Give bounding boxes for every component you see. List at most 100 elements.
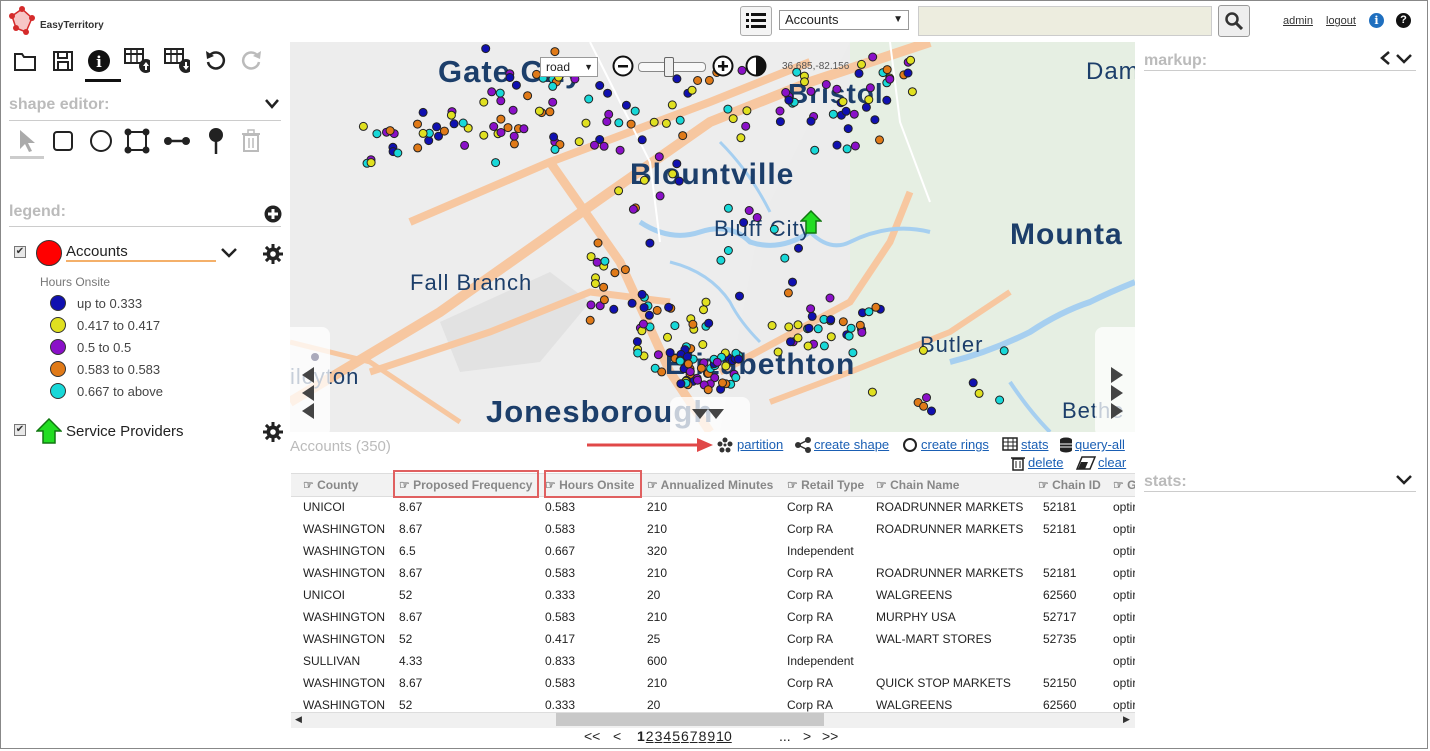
account-point[interactable] (674, 176, 684, 186)
account-point[interactable] (644, 310, 654, 320)
pan-right-control[interactable] (1095, 327, 1135, 432)
account-point[interactable] (599, 295, 609, 305)
account-point[interactable] (609, 304, 619, 314)
column-header-annualized-minutes[interactable]: ☞ Annualized Minutes (647, 478, 773, 492)
account-point[interactable] (723, 246, 733, 255)
account-point[interactable] (604, 109, 614, 119)
account-point[interactable] (592, 257, 602, 267)
account-point[interactable] (424, 136, 434, 146)
account-point[interactable] (687, 85, 697, 95)
account-point[interactable] (819, 341, 829, 351)
account-point[interactable] (728, 114, 738, 124)
account-point[interactable] (861, 102, 871, 112)
account-point[interactable] (670, 321, 680, 331)
account-point[interactable] (741, 121, 751, 131)
account-point[interactable] (637, 289, 647, 299)
table-row[interactable]: WASHINGTON 8.67 0.583 210 Corp RA MURPHY USA 5… (291, 606, 1135, 628)
account-point[interactable] (712, 357, 722, 367)
account-point[interactable] (627, 298, 637, 308)
account-point[interactable] (595, 81, 605, 90)
pager-prev[interactable]: < (613, 728, 621, 744)
account-point[interactable] (599, 282, 609, 292)
pager-first[interactable]: << (584, 728, 600, 744)
scrollbar-thumb[interactable] (556, 713, 824, 726)
save-button[interactable] (50, 48, 76, 74)
zoom-in-button[interactable] (712, 55, 734, 80)
table-row[interactable]: WASHINGTON 52 0.333 20 Corp RA WALGREENS 62560… (291, 694, 1135, 712)
account-point[interactable] (675, 356, 685, 366)
account-point[interactable] (793, 333, 803, 343)
account-point[interactable] (393, 148, 403, 158)
account-point[interactable] (846, 323, 856, 333)
service-provider-marker[interactable] (799, 209, 823, 237)
account-point[interactable] (460, 140, 470, 150)
account-point[interactable] (614, 186, 624, 196)
account-point[interactable] (731, 373, 741, 382)
account-point[interactable] (432, 122, 442, 132)
help-icon[interactable]: ? (1396, 13, 1411, 28)
account-point[interactable] (458, 118, 468, 128)
account-point[interactable] (675, 115, 685, 125)
account-point[interactable] (519, 124, 529, 134)
account-point[interactable] (626, 119, 636, 129)
account-point[interactable] (882, 65, 892, 75)
search-button[interactable] (1218, 5, 1250, 37)
table-row[interactable]: WASHINGTON 8.67 0.583 210 Corp RA QUICK STOP … (291, 672, 1135, 694)
account-point[interactable] (825, 293, 835, 303)
account-point[interactable] (548, 81, 558, 91)
account-point[interactable] (693, 76, 703, 85)
account-point[interactable] (600, 256, 610, 266)
account-point[interactable] (775, 117, 785, 127)
account-point[interactable] (418, 128, 428, 138)
account-point[interactable] (418, 107, 428, 117)
account-point[interactable] (800, 77, 809, 87)
account-point[interactable] (639, 175, 649, 185)
delete-shape-button[interactable] (238, 128, 264, 154)
line-tool-button[interactable] (164, 128, 190, 154)
account-point[interactable] (638, 319, 648, 329)
account-point[interactable] (903, 68, 913, 78)
account-point[interactable] (584, 94, 594, 104)
account-point[interactable] (701, 297, 711, 307)
account-point[interactable] (649, 117, 659, 127)
account-point[interactable] (682, 352, 692, 362)
create-shape-link[interactable]: create shape (814, 437, 889, 452)
account-point[interactable] (867, 387, 877, 397)
account-point[interactable] (784, 322, 794, 332)
account-point[interactable] (739, 218, 749, 227)
account-point[interactable] (865, 83, 875, 93)
create-rings-link[interactable]: create rings (921, 437, 989, 452)
account-point[interactable] (664, 302, 674, 312)
account-point[interactable] (495, 88, 505, 98)
service-providers-layer-name[interactable]: Service Providers (66, 423, 184, 440)
table-row[interactable]: WASHINGTON 8.67 0.583 210 Corp RA ROADRUNNER … (291, 562, 1135, 584)
account-point[interactable] (446, 110, 456, 120)
account-point[interactable] (864, 95, 874, 105)
account-point[interactable] (806, 86, 816, 96)
account-point[interactable] (793, 320, 803, 330)
account-point[interactable] (844, 331, 854, 341)
account-point[interactable] (602, 117, 612, 127)
account-point[interactable] (593, 238, 603, 248)
account-point[interactable] (676, 379, 686, 389)
account-point[interactable] (783, 288, 793, 298)
account-point[interactable] (907, 87, 917, 97)
account-point[interactable] (633, 348, 643, 358)
table-row[interactable]: UNICOI 52 0.333 20 Corp RA WALGREENS 62560 opti… (291, 584, 1135, 606)
account-point[interactable] (784, 95, 794, 105)
account-point[interactable] (653, 350, 663, 360)
select-tool-button[interactable] (14, 128, 40, 154)
account-point[interactable] (545, 107, 555, 117)
basemap-select[interactable]: road ▼ (540, 57, 598, 77)
account-point[interactable] (511, 80, 521, 90)
account-point[interactable] (704, 318, 714, 328)
open-folder-button[interactable] (12, 48, 38, 74)
account-point[interactable] (628, 204, 638, 214)
table-row[interactable]: WASHINGTON 52 0.417 25 Corp RA WAL-MART STORE… (291, 628, 1135, 650)
accounts-settings-button[interactable] (263, 244, 283, 267)
pager-page-link[interactable]: 6 (681, 728, 689, 744)
account-point[interactable] (696, 363, 706, 373)
account-point[interactable] (968, 378, 978, 388)
account-point[interactable] (523, 91, 533, 101)
account-point[interactable] (736, 133, 746, 143)
